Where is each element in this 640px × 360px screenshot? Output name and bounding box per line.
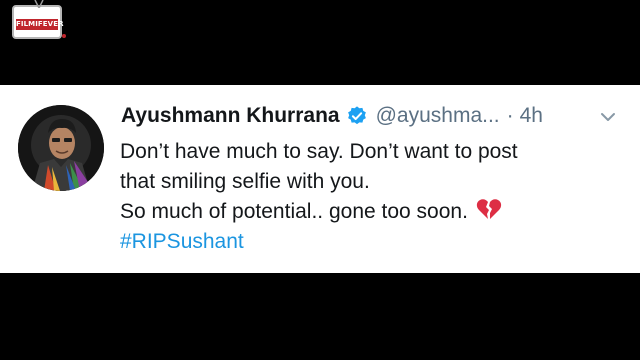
filmifever-logo: FILMIFEVER [12, 0, 66, 39]
avatar[interactable] [18, 105, 104, 191]
broken-heart-icon [476, 199, 502, 219]
hashtag-link[interactable]: #RIPSushant [120, 227, 620, 257]
tweet-line: So much of potential.. gone too soon. [120, 197, 620, 227]
author-name[interactable]: Ayushmann Khurrana [121, 104, 340, 128]
timestamp[interactable]: 4h [520, 104, 543, 128]
verified-badge-icon [347, 106, 366, 125]
logo-dot [62, 34, 66, 38]
handle[interactable]: @ayushma... [376, 104, 500, 128]
avatar-photo [18, 105, 104, 191]
tweet-line-text: So much of potential.. gone too soon. [120, 200, 468, 223]
tweet-text: Don’t have much to say. Don’t want to po… [120, 137, 620, 257]
chevron-down-icon[interactable] [600, 111, 616, 123]
tweet-line: Don’t have much to say. Don’t want to po… [120, 140, 518, 163]
tweet-card[interactable]: Ayushmann Khurrana @ayushma... · 4h Don’… [0, 85, 640, 273]
tweet-header: Ayushmann Khurrana @ayushma... · 4h [121, 104, 543, 128]
logo-text: FILMIFEVER [16, 19, 64, 30]
separator: · [506, 104, 514, 127]
tv-antenna-icon [34, 0, 44, 8]
tweet-line: that smiling selfie with you. [120, 170, 370, 193]
